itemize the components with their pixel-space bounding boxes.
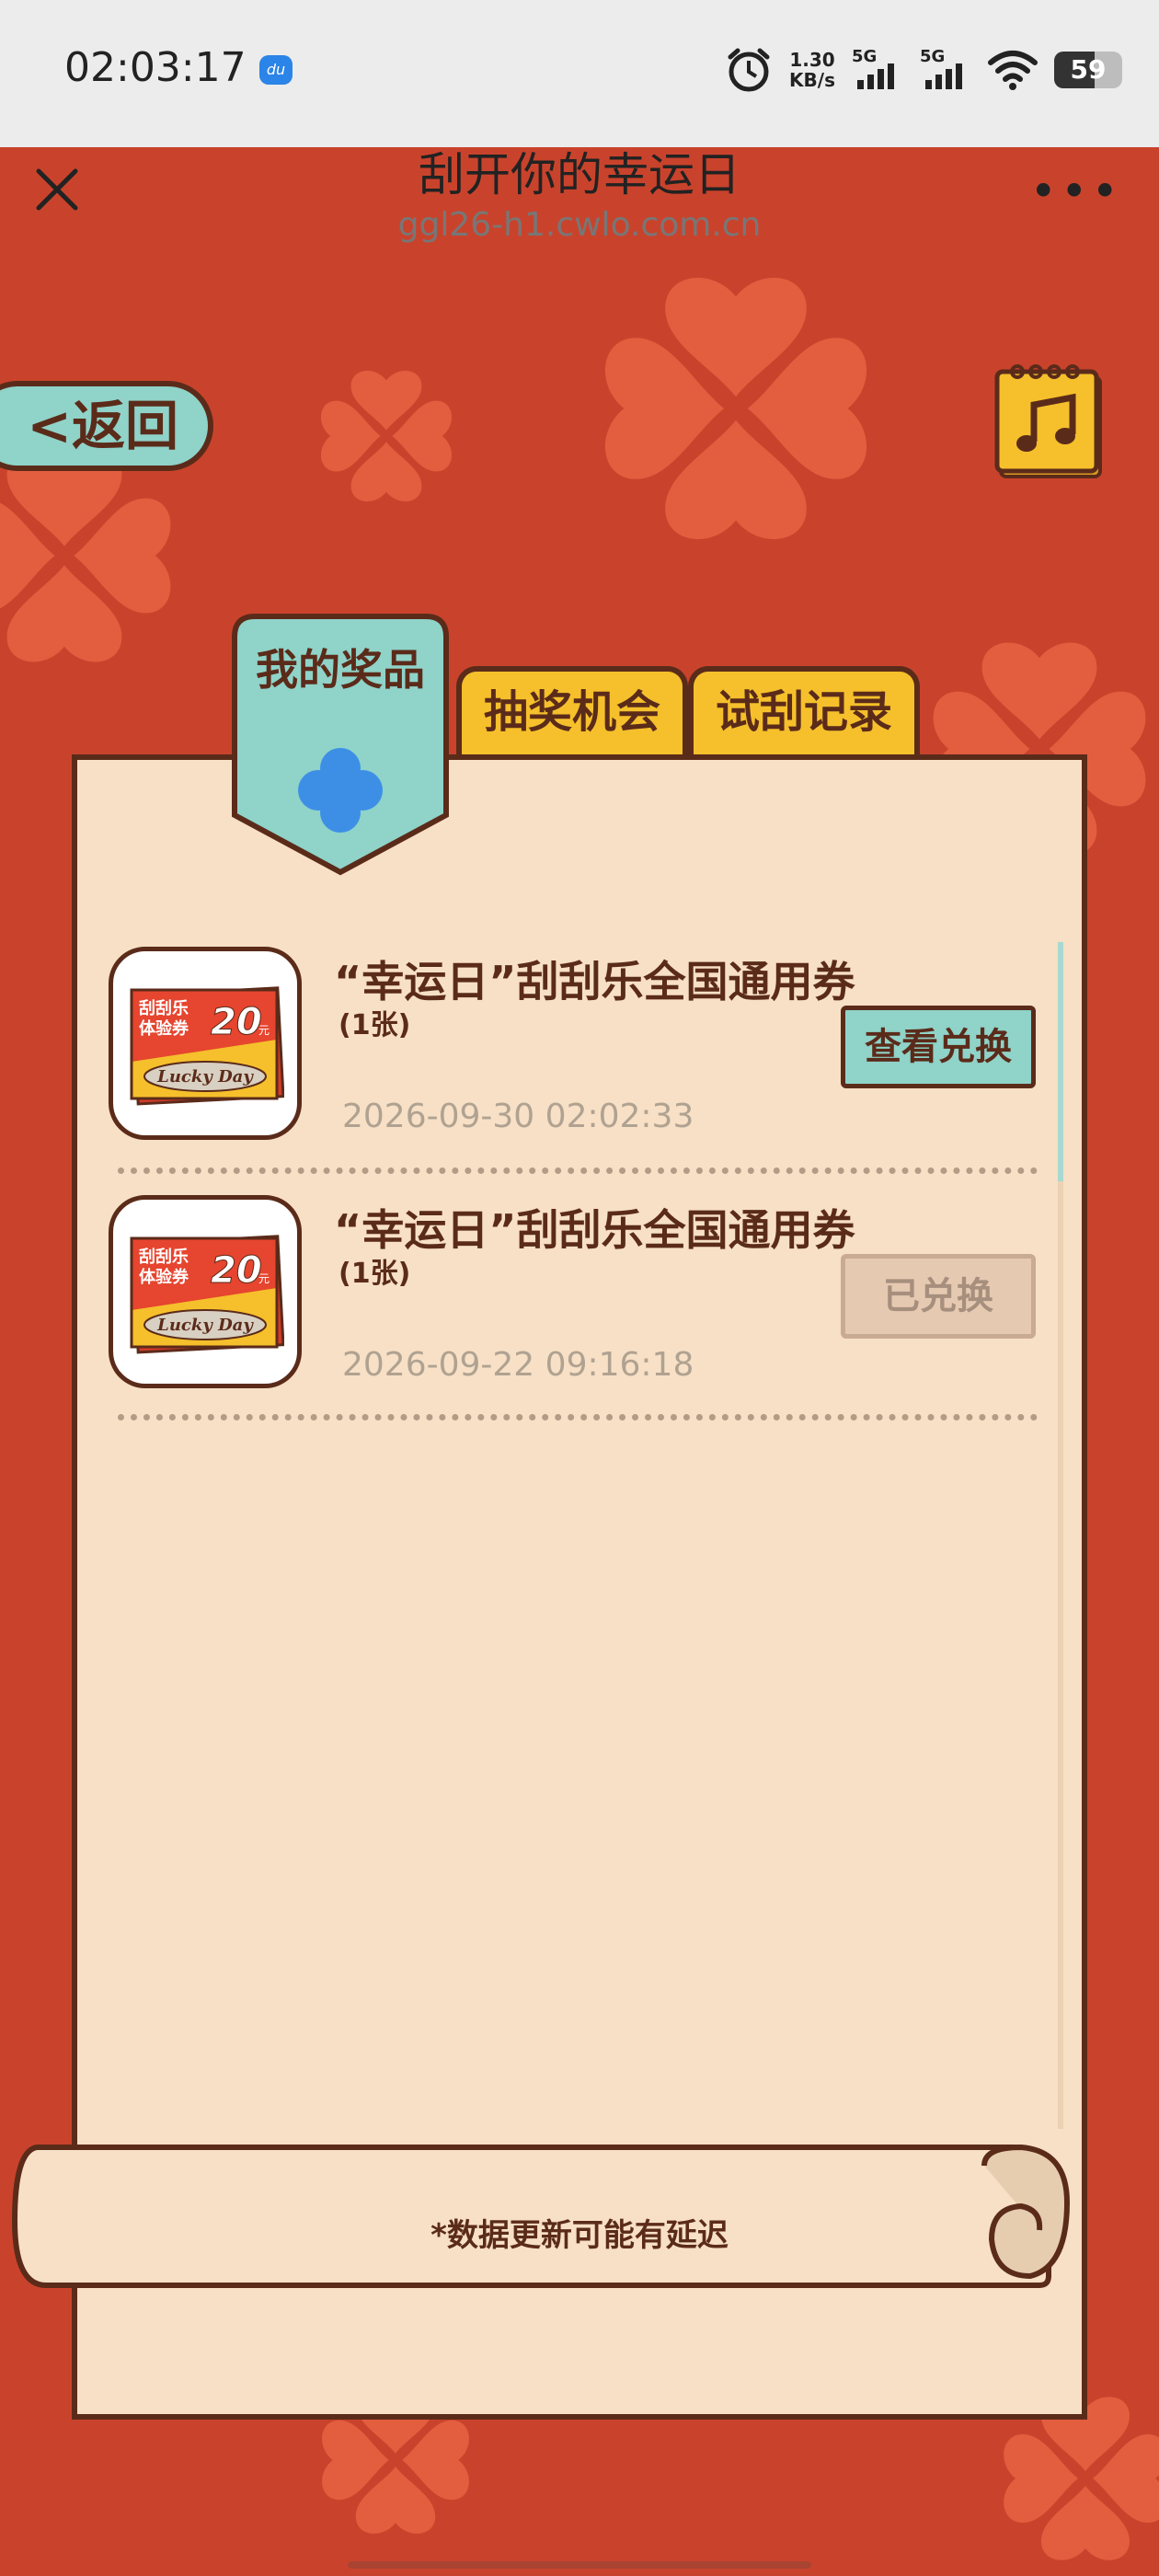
signal-sim1-icon: 5G (852, 47, 903, 93)
page-title: 刮开你的幸运日 (419, 148, 740, 201)
ticket-line2: 体验券 (139, 1267, 189, 1287)
prize-date: 2026-09-30 02:02:33 (342, 1098, 694, 1135)
alarm-icon (728, 48, 770, 92)
prize-date: 2026-09-22 09:16:18 (342, 1346, 694, 1384)
prize-name: “幸运日”刮刮乐全国通用券 (334, 957, 855, 1006)
ticket-unit: 元 (258, 1272, 270, 1285)
ticket-line2: 体验券 (139, 1018, 189, 1039)
battery-level: 59 (1070, 54, 1107, 85)
back-button[interactable]: <返回 (0, 381, 213, 471)
ticket-amount: 20 (211, 1249, 262, 1292)
data-delay-note: *数据更新可能有延迟 (430, 2217, 729, 2254)
page-url: ggl26-h1.cwlo.com.cn (397, 206, 762, 244)
prize-item: 刮刮乐 体验券 20 元 Lucky Day “幸运日”刮刮乐全国通用券 (1张… (109, 947, 1047, 1149)
prize-quantity: (1张) (339, 1009, 411, 1041)
status-icons: 1.30 KB/s 5G 5G 59 (725, 42, 1122, 98)
redeemed-button[interactable]: 已兑换 (841, 1254, 1036, 1339)
more-menu-icon[interactable]: ••• (1030, 168, 1122, 214)
tab-my-prizes[interactable]: 我的奖品 (225, 611, 455, 878)
ticket-line1: 刮刮乐 (139, 1247, 189, 1267)
status-bar: 02:03:17 du 1.30 KB/s 5G 5G 59 (0, 0, 1159, 147)
view-redeem-button[interactable]: 查看兑换 (841, 1006, 1036, 1088)
ticket-brand: Lucky Day (156, 1316, 254, 1335)
ticket-unit: 元 (258, 1024, 270, 1037)
ticket-brand: Lucky Day (156, 1067, 254, 1087)
item-divider (118, 1167, 1038, 1174)
net-speed-unit: KB/s (789, 69, 835, 91)
ticket-amount: 20 (211, 1001, 262, 1043)
scrollbar-thumb[interactable] (1058, 942, 1063, 1181)
prize-quantity: (1张) (339, 1258, 411, 1290)
battery-icon: 59 (1054, 52, 1122, 88)
app-badge-icon: du (259, 55, 293, 85)
lottery-ticket-image: 刮刮乐 体验券 20 元 Lucky Day (130, 986, 284, 1106)
ticket-line1: 刮刮乐 (139, 998, 189, 1018)
wifi-icon (988, 51, 1038, 90)
net-speed: 1.30 KB/s (789, 50, 835, 90)
prize-name: “幸运日”刮刮乐全国通用券 (334, 1205, 855, 1255)
tab-my-prizes-label: 我的奖品 (256, 645, 425, 695)
clover-decoration-icon (604, 277, 867, 540)
tab-draw-chances[interactable]: 抽奖机会 (456, 666, 688, 754)
net-speed-value: 1.30 (789, 49, 835, 71)
prize-thumbnail: 刮刮乐 体验券 20 元 Lucky Day (109, 947, 302, 1140)
music-icon[interactable] (993, 362, 1107, 482)
clover-decoration-icon (320, 370, 453, 502)
content-area: <返回 抽奖机会 试刮记录 我的奖品 刮刮乐 体验券 20 元 Lucky Da… (0, 261, 1159, 2576)
item-divider (118, 1414, 1038, 1420)
prize-item: 刮刮乐 体验券 20 元 Lucky Day “幸运日”刮刮乐全国通用券 (1张… (109, 1195, 1047, 1397)
prize-thumbnail: 刮刮乐 体验券 20 元 Lucky Day (109, 1195, 302, 1388)
tab-trial-records[interactable]: 试刮记录 (688, 666, 920, 754)
lottery-ticket-image: 刮刮乐 体验券 20 元 Lucky Day (130, 1235, 284, 1354)
home-indicator[interactable] (348, 2561, 811, 2569)
status-time: 02:03:17 (64, 44, 247, 91)
clover-decoration-icon (0, 449, 171, 662)
signal-sim2-icon: 5G (920, 47, 971, 93)
